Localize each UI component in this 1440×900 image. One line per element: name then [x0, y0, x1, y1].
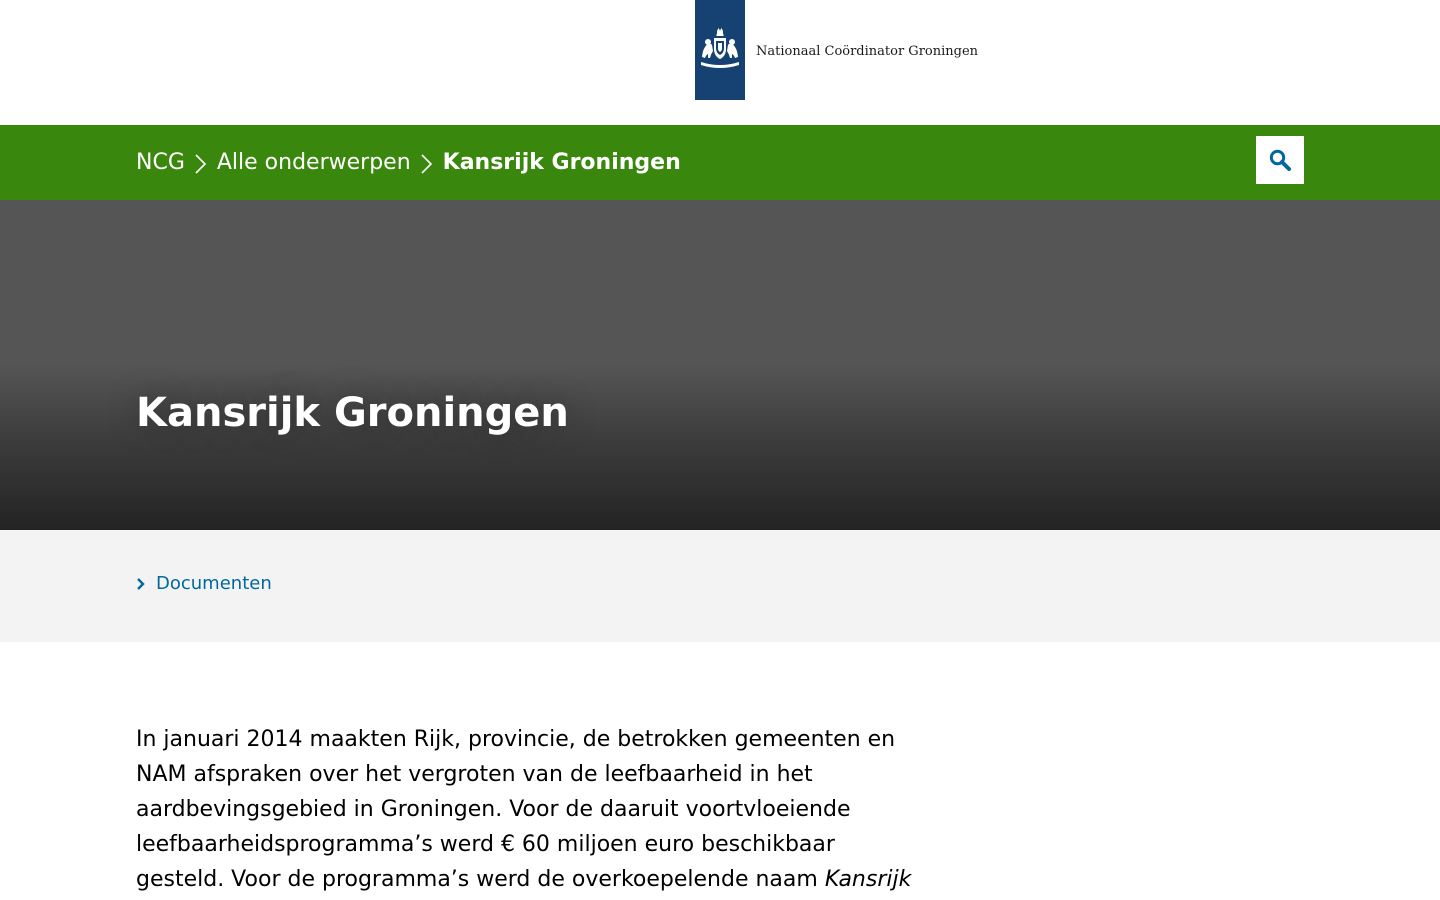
logo-ribbon: [695, 0, 745, 100]
main-content: In januari 2014 maakten Rijk, provincie,…: [0, 642, 1440, 900]
hero-banner: Kansrijk Groningen: [0, 200, 1440, 530]
documenten-link[interactable]: Documenten: [136, 573, 272, 594]
documenten-link-label: Documenten: [156, 573, 272, 594]
breadcrumb: NCG Alle onderwerpen Kansrijk Groningen: [136, 125, 681, 200]
chevron-right-icon: [136, 577, 156, 591]
chevron-right-icon: [185, 151, 217, 175]
breadcrumb-item-alle-onderwerpen[interactable]: Alle onderwerpen: [217, 150, 411, 175]
search-icon: [1269, 149, 1291, 171]
intro-paragraph: In januari 2014 maakten Rijk, provincie,…: [136, 722, 916, 900]
intro-text: In januari 2014 maakten Rijk, provincie,…: [136, 727, 896, 892]
logo-link[interactable]: Nationaal Coördinator Groningen: [695, 0, 978, 100]
coat-of-arms-icon: [701, 28, 739, 68]
site-header: Nationaal Coördinator Groningen: [0, 0, 1440, 125]
page-title: Kansrijk Groningen: [136, 390, 569, 436]
breadcrumb-item-current: Kansrijk Groningen: [442, 150, 681, 175]
search-button[interactable]: [1256, 136, 1304, 184]
breadcrumb-bar: NCG Alle onderwerpen Kansrijk Groningen: [0, 125, 1440, 200]
sub-navigation: Documenten: [0, 530, 1440, 642]
breadcrumb-item-ncg[interactable]: NCG: [136, 150, 185, 175]
logo-text: Nationaal Coördinator Groningen: [756, 43, 979, 59]
chevron-right-icon: [411, 151, 443, 175]
